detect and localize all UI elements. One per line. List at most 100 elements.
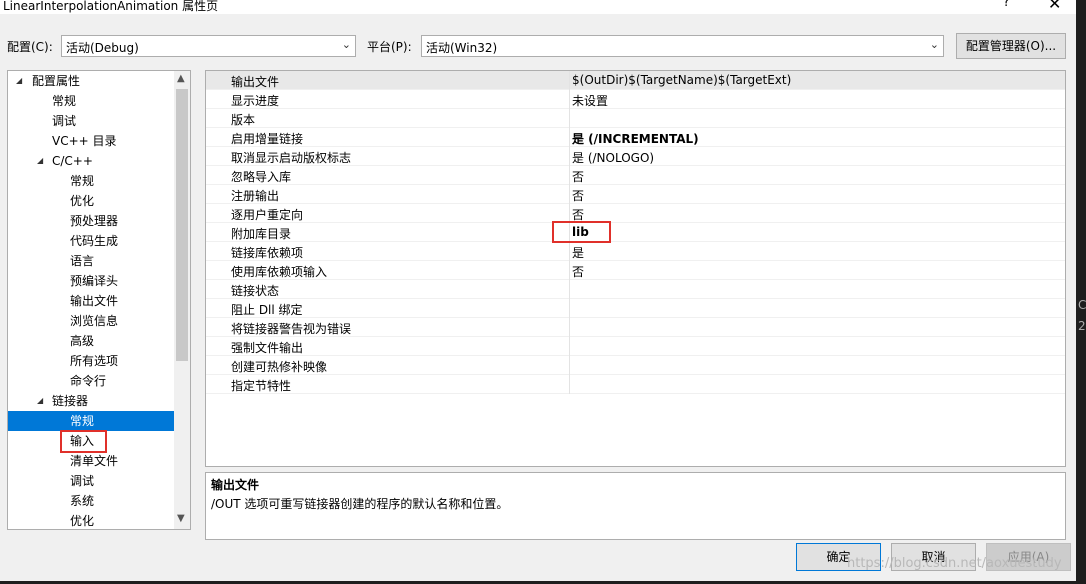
- tree-item[interactable]: 预处理器: [8, 211, 174, 231]
- tree-item-label: 代码生成: [70, 234, 119, 248]
- tree-item[interactable]: 高级: [8, 331, 174, 351]
- property-name: 启用增量链接: [231, 132, 304, 146]
- chevron-down-icon: ⌄: [929, 38, 939, 51]
- tree-item[interactable]: 优化: [8, 511, 174, 529]
- expand-triangle-icon[interactable]: ◢: [16, 71, 22, 91]
- tree-item-label: 常规: [52, 94, 77, 108]
- background-text: 20: [1078, 319, 1086, 333]
- property-name: 输出文件: [231, 75, 280, 89]
- config-select-value: 活动(Debug): [66, 41, 139, 55]
- watermark: https://blog.csdn.net/aoxuestudy: [847, 556, 1062, 571]
- property-value[interactable]: $(OutDir)$(TargetName)$(TargetExt): [572, 73, 791, 87]
- property-row[interactable]: 阻止 Dll 绑定: [206, 299, 1065, 318]
- scroll-up-icon[interactable]: ▲: [177, 73, 185, 84]
- expand-triangle-icon[interactable]: ◢: [37, 151, 43, 171]
- scrollbar-thumb[interactable]: [176, 89, 188, 361]
- tree-item[interactable]: 输出文件: [8, 291, 174, 311]
- config-manager-button[interactable]: 配置管理器(O)...: [956, 33, 1066, 59]
- property-name: 指定节特性: [231, 379, 292, 393]
- tree-item[interactable]: 调试: [8, 471, 174, 491]
- property-name: 版本: [231, 113, 256, 127]
- tree-item-label: 优化: [70, 194, 95, 208]
- property-name: 将链接器警告视为错误: [231, 322, 352, 336]
- property-value[interactable]: 否: [572, 168, 584, 185]
- tree-item-label: 清单文件: [70, 454, 119, 468]
- expand-triangle-icon[interactable]: ◢: [37, 391, 43, 411]
- help-button[interactable]: ?: [1003, 0, 1010, 10]
- property-row[interactable]: 版本: [206, 109, 1065, 128]
- property-row[interactable]: 取消显示启动版权标志 是 (/NOLOGO): [206, 147, 1065, 166]
- tree-item-label: 高级: [70, 334, 95, 348]
- property-name: 注册输出: [231, 189, 280, 203]
- tree-item[interactable]: 常规: [8, 91, 174, 111]
- annotation-box-lib: [552, 221, 611, 243]
- tree-item-label: 预处理器: [70, 214, 119, 228]
- tree-item[interactable]: 所有选项: [8, 351, 174, 371]
- tree-item[interactable]: 常规: [8, 171, 174, 191]
- property-row[interactable]: 链接库依赖项 是: [206, 242, 1065, 261]
- tree-item-label: 系统: [70, 494, 95, 508]
- tree-item[interactable]: ◢ 配置属性: [8, 71, 174, 91]
- property-value[interactable]: 是: [572, 244, 584, 261]
- tree-item[interactable]: ◢ C/C++: [8, 151, 174, 171]
- annotation-box-input: [60, 430, 107, 453]
- window-title: LinearInterpolationAnimation 属性页: [3, 0, 219, 13]
- property-row[interactable]: 逐用户重定向否: [206, 204, 1065, 223]
- chevron-down-icon: ⌄: [341, 38, 351, 51]
- tree-item-label: 所有选项: [70, 354, 119, 368]
- tree-item[interactable]: 优化: [8, 191, 174, 211]
- property-row[interactable]: 将链接器警告视为错误: [206, 318, 1065, 337]
- tree-item-label: 调试: [52, 114, 77, 128]
- property-row[interactable]: 创建可热修补映像: [206, 356, 1065, 375]
- platform-label: 平台(P):: [367, 40, 412, 54]
- property-value[interactable]: 是 (/INCREMENTAL): [572, 130, 699, 147]
- platform-select[interactable]: 活动(Win32) ⌄: [421, 35, 944, 57]
- property-row[interactable]: 使用库依赖项输入 否: [206, 261, 1065, 280]
- title-bar: LinearInterpolationAnimation 属性页 ? ✕: [0, 0, 1076, 14]
- property-row[interactable]: 注册输出 否: [206, 185, 1065, 204]
- property-row[interactable]: 显示进度 未设置: [206, 90, 1065, 109]
- tree-item[interactable]: 常规: [8, 411, 174, 431]
- tree-item-label: 输出文件: [70, 294, 119, 308]
- tree-item[interactable]: 清单文件: [8, 451, 174, 471]
- property-row[interactable]: 指定节特性: [206, 375, 1065, 394]
- tree-item[interactable]: 系统: [8, 491, 174, 511]
- tree-item-label: 常规: [70, 174, 95, 188]
- tree-item-label: 浏览信息: [70, 314, 119, 328]
- property-row[interactable]: 附加库目录 lib: [206, 223, 1065, 242]
- tree-item-label: 命令行: [70, 374, 107, 388]
- property-row[interactable]: 链接状态: [206, 280, 1065, 299]
- tree-item[interactable]: ◢ 链接器: [8, 391, 174, 411]
- tree-item-label: 调试: [70, 474, 95, 488]
- description-text: /OUT 选项可重写链接器创建的程序的默认名称和位置。: [211, 497, 509, 511]
- tree-item-label: VC++ 目录: [52, 134, 117, 148]
- tree-item[interactable]: 预编译头: [8, 271, 174, 291]
- property-value[interactable]: 是 (/NOLOGO): [572, 149, 654, 166]
- tree-item-label: 常规: [70, 414, 95, 428]
- property-row[interactable]: 输出文件 $(OutDir)$(TargetName)$(TargetExt): [206, 71, 1065, 90]
- property-value[interactable]: 否: [572, 187, 584, 204]
- tree-item[interactable]: VC++ 目录: [8, 131, 174, 151]
- tree-item[interactable]: 语言: [8, 251, 174, 271]
- tree-item[interactable]: 命令行: [8, 371, 174, 391]
- property-row[interactable]: 强制文件输出: [206, 337, 1065, 356]
- property-value[interactable]: 未设置: [572, 92, 608, 109]
- tree-item[interactable]: 代码生成: [8, 231, 174, 251]
- property-row[interactable]: 启用增量链接 是 (/INCREMENTAL): [206, 128, 1065, 147]
- property-name: 取消显示启动版权标志: [231, 151, 352, 165]
- property-row[interactable]: 忽略导入库 否: [206, 166, 1065, 185]
- property-name: 逐用户重定向: [231, 208, 304, 222]
- config-select[interactable]: 活动(Debug) ⌄: [61, 35, 356, 57]
- scroll-down-icon[interactable]: ▼: [177, 513, 185, 524]
- description-panel: 输出文件 /OUT 选项可重写链接器创建的程序的默认名称和位置。: [205, 472, 1066, 540]
- tree-item-label: C/C++: [52, 154, 93, 168]
- background-text: C: [1078, 298, 1086, 312]
- tree-scrollbar[interactable]: ▲ ▼: [174, 71, 190, 529]
- close-button[interactable]: ✕: [1048, 0, 1061, 13]
- property-value[interactable]: 否: [572, 263, 584, 280]
- property-name: 附加库目录: [231, 227, 292, 241]
- property-pages-dialog: LinearInterpolationAnimation 属性页 ? ✕ 配置(…: [0, 0, 1076, 581]
- tree-item[interactable]: 调试: [8, 111, 174, 131]
- property-name: 阻止 Dll 绑定: [231, 303, 303, 317]
- tree-item[interactable]: 浏览信息: [8, 311, 174, 331]
